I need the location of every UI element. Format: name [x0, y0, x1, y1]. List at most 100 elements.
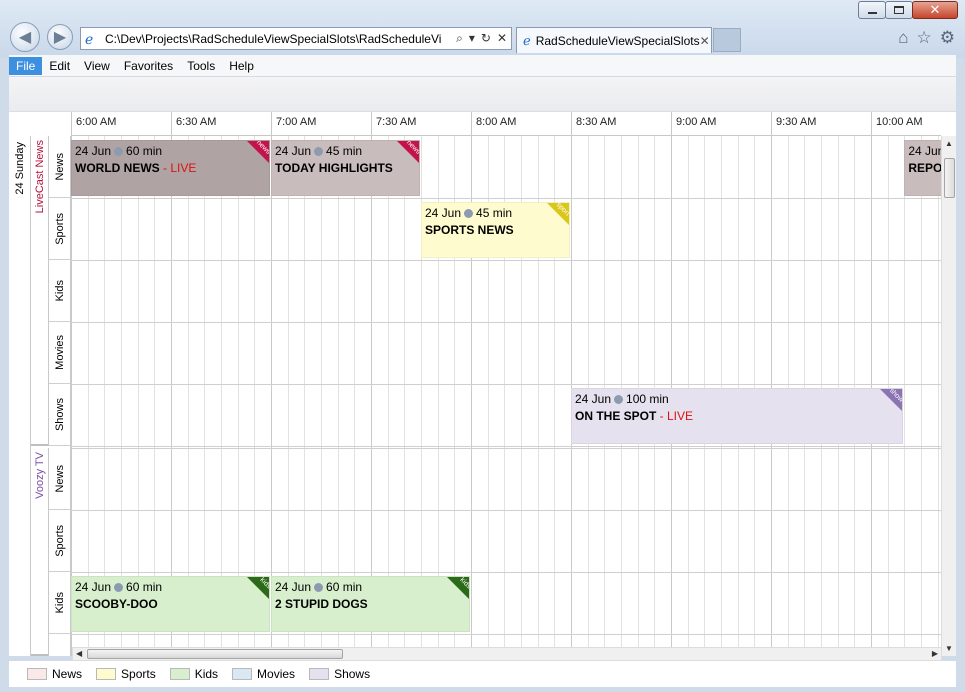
back-button[interactable]: ◀: [10, 22, 40, 52]
clock-icon: [314, 583, 324, 592]
menu-edit[interactable]: Edit: [42, 57, 77, 75]
browser-tab[interactable]: ℯ RadScheduleViewSpecialSlots ✕: [516, 27, 712, 53]
close-icon: ✕: [929, 2, 941, 18]
appointment[interactable]: 24 Jun 45 min TODAY HIGHLIGHTS news: [271, 140, 420, 196]
genre-label: Shows: [54, 397, 66, 432]
appointment-date: 24 Jun: [75, 580, 112, 594]
time-slot-header: 7:00 AM: [271, 112, 371, 136]
genre-label: Kids: [54, 591, 66, 614]
clock-icon: [314, 147, 324, 156]
resource-genre-: ...: [49, 634, 71, 656]
ie-page-icon: ℯ: [85, 30, 94, 47]
legend-label: Sports: [121, 667, 156, 681]
resource-genre-shows: Shows: [49, 384, 71, 446]
grid-vline: [904, 136, 906, 656]
grid-hline: [71, 322, 941, 323]
time-slot-header: 10:00 AM: [871, 112, 956, 136]
close-window-button[interactable]: ✕: [912, 1, 958, 19]
address-bar[interactable]: ℯ C:\Dev\Projects\RadScheduleViewSpecial…: [80, 27, 512, 50]
channel-name: Voozy TV: [34, 452, 46, 499]
appointment[interactable]: 24 Jun 45 min SPORTS NEWS sport: [421, 202, 570, 258]
menu-file[interactable]: File: [9, 56, 43, 75]
resource-genre-news: News: [49, 136, 71, 198]
search-icon[interactable]: ⌕: [456, 31, 463, 46]
appointment[interactable]: 24 Jun 60 min SCOOBY-DOO kids: [71, 576, 270, 632]
time-label: 7:30 AM: [376, 116, 417, 128]
dropdown-icon[interactable]: ▾: [469, 31, 475, 46]
scroll-right-icon[interactable]: ▶: [932, 649, 938, 658]
time-slot-header: 6:00 AM: [71, 112, 171, 136]
menu-tools[interactable]: Tools: [180, 57, 222, 75]
grid-hline: [71, 634, 941, 635]
appointment[interactable]: 24 Jun REPOR: [904, 140, 941, 196]
gear-icon[interactable]: ⚙: [940, 28, 955, 48]
appointment-title: REPOR: [908, 161, 941, 175]
scroll-up-icon[interactable]: ▲: [945, 139, 953, 148]
appointment-title: 2 STUPID DOGS: [275, 597, 368, 611]
appointment-meta: 24 Jun 60 min: [75, 144, 162, 158]
category-legend: News Sports Kids Movies Shows: [9, 661, 956, 687]
tab-close-icon[interactable]: ✕: [700, 34, 710, 48]
time-slot-header: 6:30 AM: [171, 112, 271, 136]
horizontal-scroll-thumb[interactable]: [87, 649, 343, 659]
stop-icon[interactable]: ✕: [497, 31, 507, 46]
legend-item-movies: Movies: [232, 667, 295, 681]
legend-label: News: [52, 667, 83, 681]
tab-title: RadScheduleViewSpecialSlots: [535, 33, 700, 48]
menu-view[interactable]: View: [77, 57, 117, 75]
refresh-icon[interactable]: ↻: [481, 31, 491, 46]
minimize-button[interactable]: [858, 1, 886, 19]
appointment-duration: 45 min: [476, 206, 513, 220]
resource-genre-sports: Sports: [49, 510, 71, 572]
menu-bar: File Edit View Favorites Tools Help: [9, 55, 956, 77]
grid-hline: [71, 572, 941, 573]
time-slot-header: 8:30 AM: [571, 112, 671, 136]
time-slot-header: 9:00 AM: [671, 112, 771, 136]
address-url[interactable]: C:\Dev\Projects\RadScheduleViewSpecialSl…: [105, 32, 441, 46]
genre-label: News: [54, 464, 66, 493]
menu-favorites[interactable]: Favorites: [117, 57, 180, 75]
clock-icon: [614, 395, 624, 404]
menu-help[interactable]: Help: [222, 57, 261, 75]
day-label: 24 Sunday: [14, 142, 26, 195]
clock-icon: [114, 583, 124, 592]
forward-button[interactable]: ▶: [47, 24, 73, 50]
favorites-star-icon[interactable]: ☆: [917, 28, 932, 48]
genre-label: Sports: [54, 524, 66, 557]
genre-label: News: [54, 152, 66, 181]
schedule-grid[interactable]: 24 Jun 60 min WORLD NEWS - LIVE news 24 Jun 4…: [71, 136, 941, 656]
legend-swatch: [169, 668, 190, 680]
new-tab-button[interactable]: [713, 28, 741, 52]
appointment[interactable]: 24 Jun 60 min WORLD NEWS - LIVE news: [71, 140, 270, 196]
clock-icon: [114, 147, 124, 156]
vertical-scroll-thumb[interactable]: [944, 158, 955, 198]
resource-headers: 24 Sunday LiveCast News News Sports Kids Movi…: [9, 136, 71, 656]
appointment-title: WORLD NEWS - LIVE: [75, 161, 196, 175]
appointment-title-text: ON THE SPOT: [575, 409, 657, 423]
channel-header: LiveCast News: [31, 136, 49, 446]
channel-header: Voozy TV: [31, 448, 49, 656]
channel-separator: [71, 448, 941, 449]
appointment-meta: 24 Jun: [908, 144, 941, 158]
appointment[interactable]: 24 Jun 60 min 2 STUPID DOGS kids: [271, 576, 470, 632]
vertical-scrollbar[interactable]: ▲ ▼: [941, 136, 956, 656]
horizontal-scrollbar[interactable]: ◀ ▶: [72, 647, 942, 661]
scroll-left-icon[interactable]: ◀: [76, 649, 82, 658]
appointment-meta: 24 Jun 45 min: [425, 206, 512, 220]
appointment[interactable]: 24 Jun 100 min ON THE SPOT - LIVE show: [571, 388, 904, 444]
scroll-down-icon[interactable]: ▼: [945, 644, 953, 653]
appointment-title-text: WORLD NEWS: [75, 161, 160, 175]
home-icon[interactable]: ⌂: [898, 28, 908, 48]
time-label: 7:00 AM: [276, 116, 317, 128]
time-slot-header: 7:30 AM: [371, 112, 471, 136]
command-bar: [9, 77, 956, 112]
time-label: 9:30 AM: [776, 116, 817, 128]
schedule-view: 6:00 AM 6:30 AM 7:00 AM 7:30 AM 8:00 AM 8:30 …: [9, 112, 956, 656]
appointment-date: 24 Jun: [908, 144, 941, 158]
toolbar-icons: ⌂ ☆ ⚙: [898, 28, 955, 48]
appointment-date: 24 Jun: [75, 144, 112, 158]
maximize-button[interactable]: [885, 1, 913, 19]
resource-genre-news: News: [49, 448, 71, 510]
appointment-date: 24 Jun: [425, 206, 462, 220]
appointment-meta: 24 Jun 60 min: [275, 580, 362, 594]
